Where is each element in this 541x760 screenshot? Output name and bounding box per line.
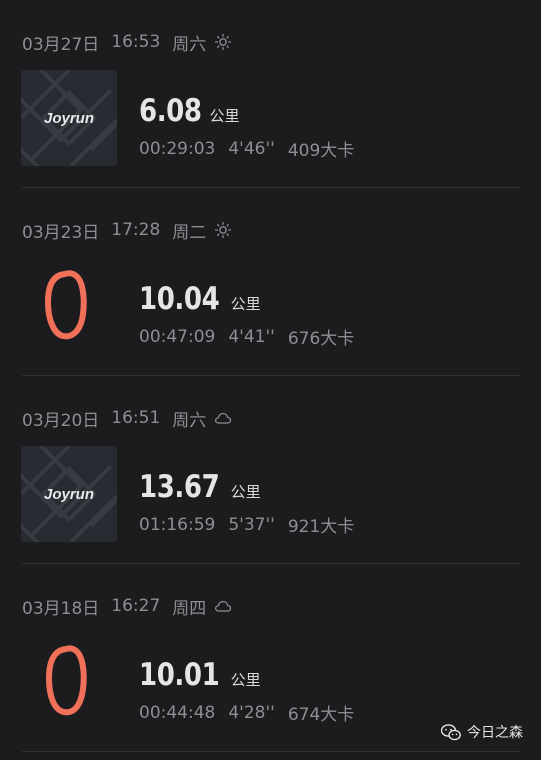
calories: 921大卡 xyxy=(287,517,355,537)
joyrun-logo-text: Joyrun xyxy=(44,110,94,127)
route-track-thumbnail[interactable] xyxy=(21,258,117,354)
watermark: 今日之森 xyxy=(441,722,523,742)
run-weekday: 周六 xyxy=(172,410,207,431)
calories: 409大卡 xyxy=(287,141,355,161)
route-track-thumbnail[interactable] xyxy=(21,634,117,730)
distance-unit: 公里 xyxy=(230,295,261,313)
distance-value: 10.04 xyxy=(139,281,220,317)
run-time: 16:53 xyxy=(111,32,161,52)
stats-line: 00:47:09 4'41'' 676大卡 xyxy=(139,324,355,350)
stats-line: 00:29:03 4'46'' 409大卡 xyxy=(139,136,355,162)
run-date: 03月18日 xyxy=(22,598,100,619)
duration: 00:29:03 xyxy=(139,138,216,159)
distance-unit: 公里 xyxy=(209,107,240,125)
run-weekday: 周二 xyxy=(172,222,207,243)
run-entry[interactable]: 03月27日 16:53 周六 Joyrun 6.08 公里 00:29:03 … xyxy=(0,0,541,188)
run-header: 03月23日 17:28 周二 xyxy=(22,218,232,243)
run-weekday: 周四 xyxy=(172,598,207,619)
pace: 4'41'' xyxy=(228,326,275,347)
pace: 4'46'' xyxy=(228,138,275,159)
distance-line: 10.01 公里 xyxy=(139,646,261,692)
run-history-list[interactable]: 03月27日 16:53 周六 Joyrun 6.08 公里 00:29:03 … xyxy=(0,0,541,752)
run-header: 03月18日 16:27 周四 xyxy=(22,594,232,619)
run-header: 03月27日 16:53 周六 xyxy=(22,30,232,55)
run-date: 03月20日 xyxy=(22,410,100,431)
calories: 676大卡 xyxy=(287,329,355,349)
cloud-icon xyxy=(214,409,232,427)
joyrun-logo-thumbnail[interactable]: Joyrun xyxy=(21,446,117,542)
distance-unit: 公里 xyxy=(230,483,261,501)
run-date: 03月23日 xyxy=(22,222,100,243)
cloud-icon xyxy=(214,597,232,615)
joyrun-logo-text: Joyrun xyxy=(44,486,94,503)
run-time: 16:51 xyxy=(111,408,161,428)
duration: 00:47:09 xyxy=(139,326,216,347)
wechat-icon xyxy=(441,723,461,740)
distance-value: 6.08 xyxy=(139,93,202,129)
watermark-text: 今日之森 xyxy=(467,725,523,741)
distance-line: 6.08 公里 xyxy=(139,82,240,128)
run-entry[interactable]: 03月20日 16:51 周六 Joyrun 13.67 公里 01:16:59… xyxy=(0,376,541,564)
distance-unit: 公里 xyxy=(230,671,261,689)
pace: 5'37'' xyxy=(228,514,275,535)
run-weekday: 周六 xyxy=(172,34,207,55)
divider xyxy=(22,751,520,752)
stats-line: 01:16:59 5'37'' 921大卡 xyxy=(139,512,355,538)
run-time: 17:28 xyxy=(111,220,161,240)
pace: 4'28'' xyxy=(228,702,275,723)
sun-icon xyxy=(214,221,232,239)
sun-icon xyxy=(214,33,232,51)
run-entry[interactable]: 03月23日 17:28 周二 10.04 公里 00:47:09 4'41''… xyxy=(0,188,541,376)
run-header: 03月20日 16:51 周六 xyxy=(22,406,232,431)
stats-line: 00:44:48 4'28'' 674大卡 xyxy=(139,700,355,726)
distance-line: 10.04 公里 xyxy=(139,270,261,316)
calories: 674大卡 xyxy=(287,705,355,725)
distance-value: 10.01 xyxy=(139,657,220,693)
distance-line: 13.67 公里 xyxy=(139,458,261,504)
duration: 01:16:59 xyxy=(139,514,216,535)
distance-value: 13.67 xyxy=(139,469,220,505)
run-date: 03月27日 xyxy=(22,34,100,55)
joyrun-logo-thumbnail[interactable]: Joyrun xyxy=(21,70,117,166)
duration: 00:44:48 xyxy=(139,702,216,723)
run-time: 16:27 xyxy=(111,596,161,616)
